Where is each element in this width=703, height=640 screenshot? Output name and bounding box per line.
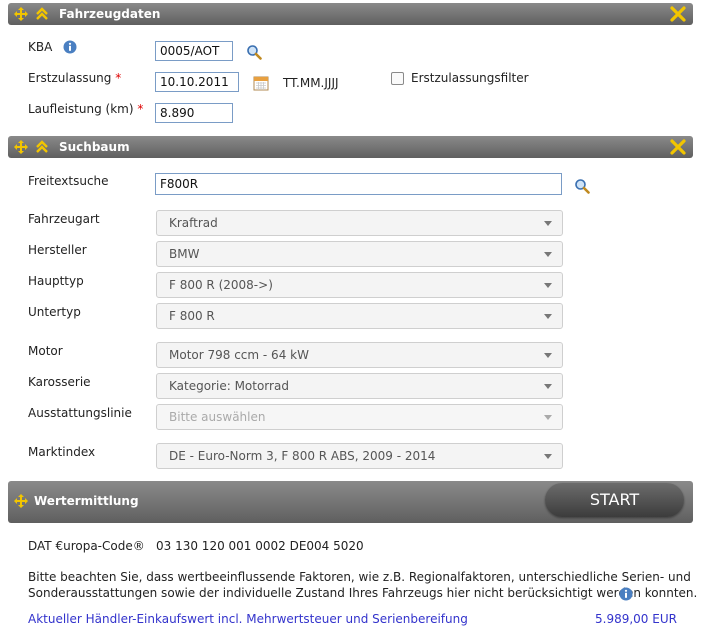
kba-input[interactable] [155, 41, 233, 61]
section-header-fahrzeugdaten: Fahrzeugdaten [8, 3, 693, 25]
notice-line-2: Sonderausstattungen sowie der individuel… [28, 586, 698, 600]
karosserie-label: Karosserie [28, 375, 91, 389]
close-icon[interactable] [669, 138, 687, 156]
marktindex-label: Marktindex [28, 445, 96, 459]
freitextsuche-label: Freitextsuche [28, 174, 109, 188]
chevron-down-icon [544, 252, 552, 257]
haupttyp-label: Haupttyp [28, 274, 84, 288]
marktindex-select[interactable]: DE - Euro-Norm 3, F 800 R ABS, 2009 - 20… [156, 443, 563, 469]
untertyp-label: Untertyp [28, 305, 81, 319]
dat-code-value: 03 130 120 001 0002 DE004 5020 [156, 539, 364, 553]
dat-code-label: DAT €uropa-Code® [28, 539, 145, 553]
chevron-down-icon [544, 221, 552, 226]
date-format-hint: TT.MM.JJJJ [283, 76, 339, 90]
select-value: F 800 R [169, 309, 215, 323]
hersteller-select[interactable]: BMW [156, 241, 563, 267]
hersteller-label: Hersteller [28, 243, 87, 257]
chevron-down-icon [544, 454, 552, 459]
required-marker: * [137, 102, 144, 116]
fahrzeugart-label: Fahrzeugart [28, 212, 100, 226]
erstzulassung-label: Erstzulassung * [28, 71, 122, 85]
select-value: DE - Euro-Norm 3, F 800 R ABS, 2009 - 20… [169, 449, 436, 463]
freitextsuche-input[interactable] [155, 173, 562, 195]
close-icon[interactable] [669, 5, 687, 23]
laufleistung-input[interactable] [155, 103, 233, 123]
karosserie-select[interactable]: Kategorie: Motorrad [156, 373, 563, 399]
section-header-suchbaum: Suchbaum [8, 136, 693, 158]
move-icon[interactable] [13, 139, 29, 155]
select-value: Kategorie: Motorrad [169, 379, 289, 393]
motor-select[interactable]: Motor 798 ccm - 64 kW [156, 342, 563, 368]
value-amount: 5.989,00 EUR [595, 612, 677, 626]
section-title: Fahrzeugdaten [59, 7, 161, 21]
chevron-down-icon [544, 353, 552, 358]
untertyp-select[interactable]: F 800 R [156, 303, 563, 329]
select-value: Bitte auswählen [169, 410, 266, 424]
chevron-down-icon [544, 415, 552, 420]
collapse-icon[interactable] [34, 6, 50, 22]
chevron-down-icon [544, 283, 552, 288]
move-icon[interactable] [13, 6, 29, 22]
start-button[interactable]: START [545, 483, 684, 517]
chevron-down-icon [544, 314, 552, 319]
info-icon[interactable] [619, 587, 633, 601]
ausstattungslinie-select[interactable]: Bitte auswählen [156, 404, 563, 430]
section-title: Suchbaum [59, 140, 130, 154]
required-marker: * [115, 71, 122, 85]
select-value: Kraftrad [169, 216, 218, 230]
notice-line-1: Bitte beachten Sie, dass wertbeeinflusse… [28, 570, 691, 584]
chevron-down-icon [544, 384, 552, 389]
select-value: BMW [169, 247, 200, 261]
motor-label: Motor [28, 344, 63, 358]
select-value: Motor 798 ccm - 64 kW [169, 348, 309, 362]
kba-label: KBA [28, 40, 53, 54]
move-icon[interactable] [13, 493, 29, 509]
value-label: Aktueller Händler-Einkaufswert incl. Meh… [28, 612, 468, 626]
erstzulassungsfilter-checkbox[interactable] [391, 72, 404, 85]
collapse-icon[interactable] [34, 139, 50, 155]
fahrzeugart-select[interactable]: Kraftrad [156, 210, 563, 236]
select-value: F 800 R (2008->) [169, 278, 273, 292]
search-icon[interactable] [574, 178, 590, 194]
section-title: Wertermittlung [34, 494, 139, 508]
erstzulassung-input[interactable] [155, 72, 239, 92]
search-icon[interactable] [246, 44, 262, 60]
laufleistung-label: Laufleistung (km) * [28, 102, 144, 116]
info-icon[interactable] [63, 40, 77, 54]
ausstattungslinie-label: Ausstattungslinie [28, 406, 132, 420]
calendar-icon[interactable] [253, 75, 269, 91]
erstzulassungsfilter-label: Erstzulassungsfilter [411, 71, 529, 85]
haupttyp-select[interactable]: F 800 R (2008->) [156, 272, 563, 298]
